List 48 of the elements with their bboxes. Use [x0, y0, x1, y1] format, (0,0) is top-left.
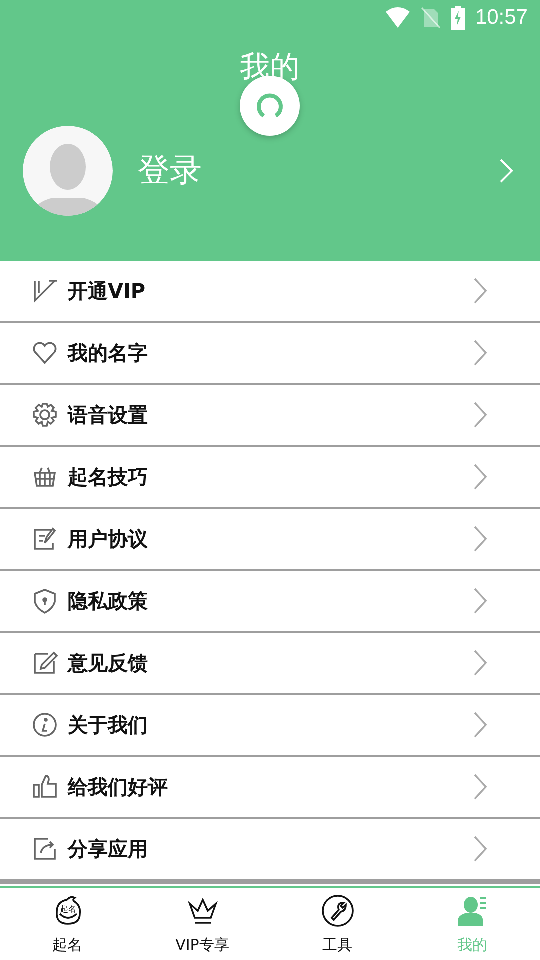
avatar-icon [23, 126, 113, 216]
menu-label: 用户协议 [68, 526, 149, 552]
menu-label: 开通VIP [68, 278, 147, 304]
chevron-icon [474, 340, 488, 366]
menu-item[interactable]: 开通VIP [0, 261, 540, 323]
chevron-icon [500, 159, 514, 183]
no-sim-icon [421, 7, 442, 29]
menu-item[interactable]: 用户协议 [0, 509, 540, 571]
wifi-icon [385, 7, 412, 29]
menu-label: 语音设置 [68, 402, 149, 428]
menu-label: 我的名字 [68, 340, 149, 366]
wrench-icon [320, 894, 354, 928]
settings-icon [31, 401, 59, 429]
menu-label: 隐私政策 [68, 588, 149, 614]
chevron-icon [474, 278, 488, 304]
thumbs-up-icon [31, 773, 59, 801]
shield-icon [31, 587, 59, 615]
chevron-icon [474, 464, 488, 490]
chevron-icon [474, 774, 488, 800]
menu-item[interactable]: 起名技巧 [0, 447, 540, 509]
chevron-icon [474, 712, 488, 738]
info-icon [31, 711, 59, 739]
menu-item[interactable]: 隐私政策 [0, 571, 540, 633]
login-label: 登录 [138, 150, 203, 191]
battery-icon [451, 6, 466, 30]
chevron-icon [474, 836, 488, 862]
v-icon [31, 277, 59, 305]
menu-item[interactable]: 关于我们 [0, 695, 540, 757]
chevron-icon [474, 650, 488, 676]
menu-label: 关于我们 [68, 712, 149, 738]
share-icon [31, 835, 59, 863]
nav-tab[interactable]: 工具 [270, 888, 405, 960]
menu-label: 分享应用 [68, 836, 149, 862]
menu-label: 给我们好评 [68, 774, 169, 800]
chevron-icon [474, 588, 488, 614]
clock-time: 10:57 [475, 6, 528, 30]
nav-tab[interactable]: VIP专享 [135, 888, 270, 960]
chevron-icon [474, 526, 488, 552]
edit-icon [31, 649, 59, 677]
menu-label: 起名技巧 [68, 464, 149, 490]
menu-item[interactable]: 我的名字 [0, 323, 540, 385]
chevron-icon [474, 402, 488, 428]
nav-tab[interactable]: 起名 起名 [0, 888, 135, 960]
menu-item[interactable]: 意见反馈 [0, 633, 540, 695]
menu-label: 意见反馈 [68, 650, 149, 676]
document-edit-icon [31, 525, 59, 553]
menu-item[interactable]: 语音设置 [0, 385, 540, 447]
menu-item[interactable]: 给我们好评 [0, 757, 540, 819]
